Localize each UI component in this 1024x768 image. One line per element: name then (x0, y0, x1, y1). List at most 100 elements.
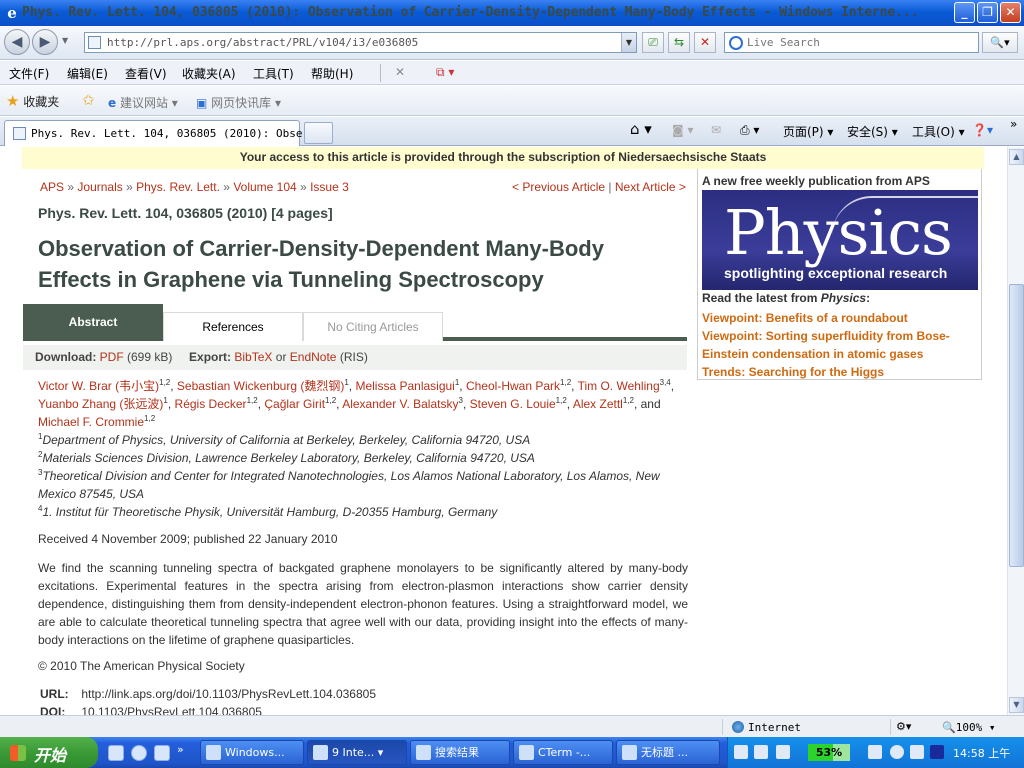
menu-file[interactable]: 文件(F) (9, 65, 49, 82)
battery-indicator[interactable]: 53% (808, 744, 850, 761)
access-notice: Your access to this article is provided … (22, 147, 984, 169)
author-link[interactable]: Tim O. Wehling (578, 379, 660, 393)
author-link[interactable]: Victor W. Brar (韦小宝) (38, 379, 159, 393)
breadcrumb-volume[interactable]: Volume 104 (233, 180, 296, 194)
task-windows[interactable]: Windows... (200, 740, 304, 765)
export-or: or (275, 350, 287, 364)
author-link[interactable]: Régis Decker (175, 397, 247, 411)
download-pdf-link[interactable]: PDF (100, 350, 124, 364)
previous-article-link[interactable]: < Previous Article (512, 180, 605, 194)
read-mail-icon[interactable]: ✉ (711, 123, 721, 137)
shield-tray-icon[interactable] (910, 745, 924, 759)
start-button[interactable]: 开始 (0, 737, 98, 768)
keyboard-icon[interactable] (734, 745, 748, 759)
menu-view[interactable]: 查看(V) (125, 65, 167, 82)
quicklaunch-more-icon[interactable]: » (177, 743, 184, 756)
network-icon[interactable] (776, 745, 790, 759)
affiliation-text: Materials Sciences Division, Lawrence Be… (42, 451, 535, 465)
protected-mode-icon[interactable]: ⚙▾ (896, 720, 911, 733)
favorites-button[interactable]: ★ 收藏夹 (6, 92, 59, 110)
address-bar[interactable]: http://prl.aps.org/abstract/PRL/v104/i3/… (84, 32, 637, 53)
vertical-scrollbar[interactable]: ▲ ▼ (1007, 147, 1024, 715)
back-button[interactable]: ◀ (4, 29, 30, 55)
task-search-results[interactable]: 搜索结果 (410, 740, 510, 765)
media-tray-icon[interactable] (930, 745, 944, 759)
new-tab-button[interactable] (304, 122, 333, 144)
add-favorites-icon[interactable]: ✩ (82, 91, 95, 109)
breadcrumb-journals[interactable]: Journals (77, 180, 122, 194)
breadcrumb-aps[interactable]: APS (40, 180, 64, 194)
arrow-tray-icon[interactable] (890, 745, 904, 759)
restore-button[interactable]: ❐ (977, 2, 998, 23)
author-link[interactable]: Cheol-Hwan Park (466, 379, 560, 393)
power-icon[interactable] (868, 745, 882, 759)
latest-prefix: Read the latest from (702, 291, 821, 305)
search-box[interactable] (724, 32, 979, 53)
author-link[interactable]: Yuanbo Zhang (张远波) (38, 397, 163, 411)
task-cterm[interactable]: CTerm -... (513, 740, 613, 765)
author-link[interactable]: Çağlar Girit (264, 397, 325, 411)
quicklaunch-folder-icon[interactable] (108, 745, 124, 761)
help-tray-icon[interactable] (754, 745, 768, 759)
tab-current[interactable]: Phys. Rev. Lett. 104, 036805 (2010): Obs… (4, 120, 322, 146)
next-article-link[interactable]: Next Article > (615, 180, 686, 194)
url-value[interactable]: http://link.aps.org/doi/10.1103/PhysRevL… (81, 687, 376, 701)
quicklaunch-media-icon[interactable] (131, 745, 147, 761)
minimize-button[interactable]: _ (954, 2, 975, 23)
author-link[interactable]: Alex Zettl (573, 397, 623, 411)
quicklaunch-ie-icon[interactable] (154, 745, 170, 761)
menu-tools[interactable]: 工具(T) (253, 65, 294, 82)
forward-button[interactable]: ▶ (32, 29, 58, 55)
page-menu[interactable]: 页面(P) ▾ (783, 123, 833, 140)
sidebar-link[interactable]: Viewpoint: Sorting superfluidity from Bo… (702, 327, 972, 363)
export-endnote-link[interactable]: EndNote (290, 350, 337, 364)
tab-abstract[interactable]: Abstract (23, 304, 163, 341)
history-dropdown-icon[interactable]: ▼ (62, 36, 68, 45)
menu-favorites[interactable]: 收藏夹(A) (182, 65, 236, 82)
tab-citing-articles[interactable]: No Citing Articles (303, 312, 443, 341)
close-toolbar-icon[interactable]: ✕ (395, 65, 405, 79)
safety-menu[interactable]: 安全(S) ▾ (847, 123, 898, 140)
physics-banner[interactable]: Physics spotlighting exceptional researc… (702, 190, 978, 290)
menu-help[interactable]: 帮助(H) (311, 65, 353, 82)
home-icon[interactable]: ⌂ ▾ (630, 120, 652, 138)
webslice-gallery-button[interactable]: ▣ 网页快讯库 ▾ (196, 94, 281, 111)
help-icon[interactable]: ❓▾ (972, 123, 993, 137)
compatibility-view-icon[interactable]: ⎚ (642, 32, 664, 53)
export-bibtex-link[interactable]: BibTeX (234, 350, 272, 364)
menu-edit[interactable]: 编辑(E) (67, 65, 108, 82)
breadcrumb-prl[interactable]: Phys. Rev. Lett. (136, 180, 220, 194)
author-link[interactable]: Sebastian Wickenburg (魏烈钢) (177, 379, 344, 393)
addon-icon[interactable]: ⧉ ▾ (436, 65, 454, 80)
author-link[interactable]: Melissa Panlasigui (355, 379, 454, 393)
clock[interactable]: 14:58 上午 (953, 745, 1010, 761)
print-icon[interactable]: ⎙ ▾ (740, 123, 759, 138)
author-affil-sup: 1,2 (159, 378, 171, 387)
suggested-sites-button[interactable]: e 建议网站 ▾ (108, 94, 178, 111)
search-button[interactable]: 🔍▾ (982, 32, 1018, 53)
url-text[interactable]: http://prl.aps.org/abstract/PRL/v104/i3/… (107, 36, 418, 49)
search-input[interactable] (747, 35, 975, 50)
sidebar-link[interactable]: Trends: Searching for the Higgs (702, 363, 972, 381)
breadcrumb-issue[interactable]: Issue 3 (310, 180, 349, 194)
tools-menu[interactable]: 工具(O) ▾ (912, 123, 965, 140)
address-dropdown-icon[interactable]: ▼ (621, 33, 636, 52)
doi-value[interactable]: 10.1103/PhysRevLett.104.036805 (81, 705, 262, 715)
feeds-icon[interactable]: ◙ ▾ (672, 123, 693, 137)
task-ie[interactable]: 9 Inte... ▾ (307, 740, 407, 765)
author-link[interactable]: Alexander V. Balatsky (342, 397, 458, 411)
stop-icon[interactable]: ✕ (694, 32, 716, 53)
scroll-down-button[interactable]: ▼ (1009, 697, 1024, 713)
overflow-chevron-icon[interactable]: » (1010, 117, 1017, 131)
scroll-up-button[interactable]: ▲ (1009, 149, 1024, 165)
sidebar-link[interactable]: Viewpoint: Benefits of a roundabout (702, 309, 972, 327)
scroll-thumb[interactable] (1009, 284, 1024, 567)
zoom-control[interactable]: 🔍100% ▾ (942, 721, 995, 734)
refresh-icon[interactable]: ⇆ (668, 32, 690, 53)
author-link[interactable]: Michael F. Crommie (38, 415, 144, 429)
author-link[interactable]: Steven G. Louie (470, 397, 556, 411)
close-button[interactable]: ✕ (1000, 2, 1021, 23)
status-divider (722, 719, 723, 735)
tab-references[interactable]: References (163, 312, 303, 341)
task-untitled[interactable]: 无标题 ... (616, 740, 720, 765)
